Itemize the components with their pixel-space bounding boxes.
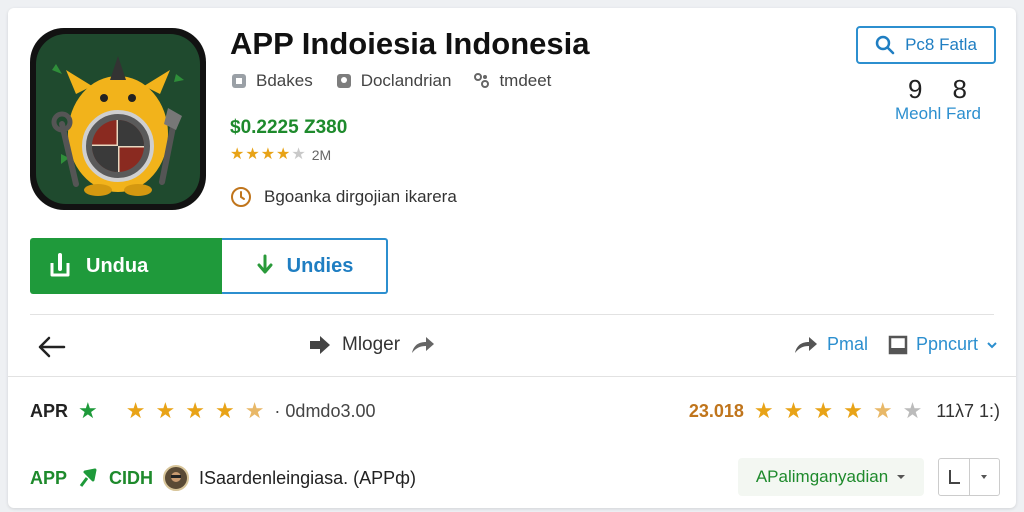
- download-icon: [50, 253, 70, 277]
- developer-icon: [335, 72, 353, 90]
- star-icon: ★: [125, 398, 146, 423]
- star-icon: ★: [783, 398, 804, 423]
- back-button[interactable]: [34, 330, 68, 364]
- bottom-left: APP CIDH ISaardenleingiasa. (APPф): [30, 465, 416, 491]
- star-icon: ★: [843, 398, 863, 423]
- app-icon: [30, 28, 206, 210]
- star-icon: ★: [260, 146, 276, 163]
- report-action-label: Ppncurt: [915, 334, 978, 354]
- star-icon: ★: [753, 398, 774, 423]
- report-action[interactable]: Ppncurt: [888, 334, 998, 355]
- split-dropdown[interactable]: [970, 459, 1000, 495]
- install-button-label: Undua: [86, 254, 149, 277]
- search-button-label: Pc8 Fatla: [905, 35, 977, 54]
- app-note-text: Bgoanka dirgojian ikarera: [264, 187, 457, 206]
- install-button-group: Undua Undies: [30, 238, 388, 294]
- divider: [30, 314, 994, 315]
- arrow-right-icon: [310, 336, 330, 354]
- review-text: · 0dmdo3.00: [274, 400, 376, 421]
- install-button[interactable]: Undua: [30, 238, 222, 294]
- chevron-down-icon: [987, 341, 997, 348]
- center-nav-label: Mloger: [342, 334, 401, 355]
- nav-row: Mloger Pmal Ppncurt: [8, 324, 1016, 368]
- star-icon: ★: [276, 146, 291, 163]
- meta-category[interactable]: Bdakes: [230, 71, 313, 91]
- star-half-icon: ★: [244, 398, 265, 423]
- chevron-down-icon: [981, 475, 988, 479]
- right-nav: Pmal Ppncurt: [783, 334, 998, 355]
- share-icon: [473, 72, 491, 90]
- avatar[interactable]: [163, 465, 190, 491]
- language-select[interactable]: APalimganyadian: [738, 458, 924, 496]
- star-icon: ★: [230, 146, 245, 163]
- stat-numbers: 9 8: [908, 74, 967, 105]
- avatar-face-icon: [171, 472, 182, 482]
- app-rating: ★ ★ ★ ★ ★ 2M: [230, 147, 332, 164]
- caret-down-icon: [897, 475, 906, 479]
- stat-label[interactable]: Meohl Fard: [878, 104, 998, 124]
- rating-stars: ★ ★ ★ ★ ★: [230, 147, 306, 163]
- star-empty-icon: ★: [291, 146, 306, 163]
- green-star-icon: ★: [78, 398, 98, 423]
- pin-icon: [79, 468, 97, 487]
- star-icon: ★: [813, 398, 834, 423]
- review-left: APR ★ ★ ★ ★ ★ ★ · 0dmdo3.00: [30, 400, 376, 422]
- app-price: $0.2225 Z380: [230, 117, 348, 138]
- star-icon: ★: [155, 398, 176, 423]
- star-empty-icon: ★: [902, 398, 923, 423]
- bottom-right: APalimganyadian: [738, 458, 1000, 496]
- meta-developer-label: Doclandrian: [360, 71, 452, 90]
- secondary-action-label: Undies: [286, 254, 354, 277]
- star-icon: ★: [214, 398, 235, 423]
- app-title: APP Indoiesia Indonesia: [230, 26, 590, 61]
- meta-category-label: Bdakes: [256, 71, 313, 90]
- review-right-number: 23.018: [688, 400, 744, 421]
- bottom-row: APP CIDH ISaardenleingiasa. (APPф) APali…: [30, 458, 1000, 498]
- review-row: APR ★ ★ ★ ★ ★ ★ · 0dmdo3.00 23.018 ★ ★ ★…: [30, 400, 1000, 430]
- star-half-icon: ★: [872, 398, 893, 423]
- layout-icon: [948, 470, 960, 484]
- meta-developer[interactable]: Doclandrian: [335, 71, 452, 91]
- clock-icon: [231, 187, 251, 207]
- secondary-action-button[interactable]: Undies: [222, 238, 388, 294]
- meta-share-label: tmdeet: [499, 71, 552, 90]
- window-icon: [888, 335, 908, 354]
- share-action[interactable]: Pmal: [793, 334, 868, 355]
- app-icon-background: [36, 34, 200, 204]
- arrow-left-icon: [38, 336, 66, 358]
- download-outline-icon: [257, 254, 273, 274]
- review-tag: APR: [30, 400, 69, 421]
- stat-value-2: 8: [952, 74, 967, 104]
- center-nav[interactable]: Mloger: [308, 334, 436, 356]
- app-card: APP Indoiesia Indonesia Bdakes Doclandri…: [8, 8, 1016, 508]
- layout-button[interactable]: [939, 459, 969, 495]
- category-icon: [230, 72, 248, 90]
- meta-share[interactable]: tmdeet: [473, 71, 551, 91]
- mascot-illustration: [51, 56, 184, 196]
- search-button[interactable]: Pc8 Fatla: [856, 26, 996, 64]
- share-action-label: Pmal: [826, 334, 868, 354]
- star-icon: ★: [245, 146, 260, 163]
- bottom-tag: APP: [30, 467, 68, 488]
- review-right-text: 11λ7 1:): [936, 400, 1000, 421]
- language-select-label: APalimganyadian: [755, 467, 889, 486]
- forward-icon: [412, 337, 435, 353]
- review-right: 23.018 ★ ★ ★ ★ ★ ★ 11λ7 1:): [689, 400, 1000, 422]
- star-icon: ★: [185, 398, 205, 423]
- app-note: Bgoanka dirgojian ikarera: [230, 186, 457, 208]
- bottom-code: CIDH: [109, 467, 154, 488]
- bottom-text: ISaardenleingiasa. (APPф): [199, 467, 416, 488]
- divider: [8, 376, 1016, 377]
- split-button[interactable]: [938, 458, 1000, 496]
- rating-count: 2M: [311, 147, 332, 163]
- search-icon: [875, 35, 895, 55]
- app-meta-row: Bdakes Doclandrian tmdeet: [230, 70, 551, 92]
- share-arrow-icon: [794, 336, 817, 353]
- stat-value-1: 9: [908, 74, 923, 104]
